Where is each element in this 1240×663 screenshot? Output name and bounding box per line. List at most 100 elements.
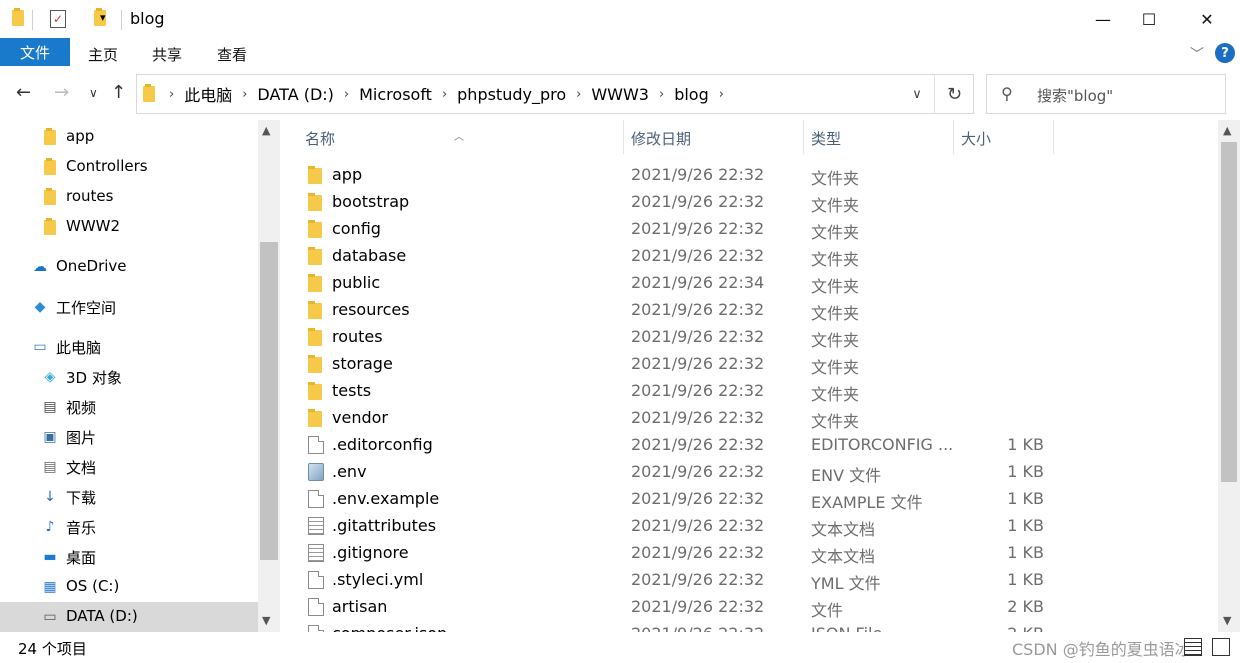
column-header-type[interactable]: 类型 <box>811 128 841 149</box>
sidebar-item-os-c[interactable]: ▦ OS (C:) <box>0 572 258 602</box>
column-header-name[interactable]: 名称 <box>305 128 335 149</box>
chevron-right-icon[interactable]: › <box>340 87 353 102</box>
download-icon: ↓ <box>44 489 56 505</box>
folder-icon <box>308 247 322 265</box>
details-view-icon[interactable] <box>1184 638 1202 656</box>
table-row[interactable]: .styleci.yml 2021/9/26 22:32 YML 文件 1 KB <box>280 567 1218 594</box>
column-divider[interactable] <box>623 120 624 154</box>
sidebar-item-onedrive[interactable]: ☁ OneDrive <box>0 252 258 282</box>
table-row[interactable]: .env.example 2021/9/26 22:32 EXAMPLE 文件 1 K… <box>280 486 1218 513</box>
column-divider[interactable] <box>1053 120 1054 154</box>
sidebar-item-文档[interactable]: ▤ 文档 <box>0 452 258 482</box>
chevron-right-icon[interactable]: › <box>165 87 178 102</box>
chevron-right-icon[interactable]: › <box>655 87 668 102</box>
forward-arrow-icon[interactable]: → <box>54 82 69 103</box>
scroll-up-icon[interactable]: ▲ <box>262 124 270 137</box>
sidebar-item-音乐[interactable]: ♪ 音乐 <box>0 512 258 542</box>
properties-icon[interactable]: ✓ <box>50 10 66 28</box>
address-bar[interactable]: › 此电脑 › DATA (D:) › Microsoft › phpstudy… <box>136 74 974 114</box>
sidebar-item-此电脑[interactable]: ▭ 此电脑 <box>0 332 258 362</box>
maximize-button[interactable]: ☐ <box>1126 0 1172 38</box>
breadcrumb-www3[interactable]: WWW3 <box>585 85 655 104</box>
table-row[interactable]: artisan 2021/9/26 22:32 文件 2 KB <box>280 594 1218 621</box>
file-size: 2 KB <box>980 624 1044 632</box>
sidebar-item-label: 文档 <box>66 459 97 477</box>
sidebar-item-3d-对象[interactable]: ◈ 3D 对象 <box>0 362 258 392</box>
table-row[interactable]: resources 2021/9/26 22:32 文件夹 <box>280 297 1218 324</box>
file-name: database <box>332 246 407 265</box>
chevron-right-icon[interactable]: › <box>572 87 585 102</box>
table-row[interactable]: .gitignore 2021/9/26 22:32 文本文档 1 KB <box>280 540 1218 567</box>
expand-ribbon-icon[interactable]: ﹀ <box>1190 44 1204 64</box>
sidebar-item-工作空间[interactable]: ◆ 工作空间 <box>0 292 258 322</box>
sidebar-item-routes[interactable]: routes <box>0 182 258 212</box>
sidebar-item-label: 音乐 <box>66 519 97 537</box>
sidebar-item-图片[interactable]: ▣ 图片 <box>0 422 258 452</box>
table-row[interactable]: config 2021/9/26 22:32 文件夹 <box>280 216 1218 243</box>
table-row[interactable]: public 2021/9/26 22:34 文件夹 <box>280 270 1218 297</box>
breadcrumb-this-pc[interactable]: 此电脑 <box>178 82 238 106</box>
sidebar-item-app[interactable]: app <box>0 122 258 152</box>
table-row[interactable]: app 2021/9/26 22:32 文件夹 <box>280 162 1218 189</box>
breadcrumb-phpstudy-pro[interactable]: phpstudy_pro <box>451 85 572 104</box>
refresh-icon[interactable]: ↻ <box>934 75 974 113</box>
sidebar-item-label: 此电脑 <box>56 339 102 357</box>
navigation-pane-scrollbar[interactable]: ▲ ▼ <box>258 120 280 632</box>
recent-locations-chevron-icon[interactable]: ∨ <box>89 86 98 100</box>
chevron-right-icon[interactable]: › <box>715 87 728 102</box>
sidebar-item-桌面[interactable]: ▬ 桌面 <box>0 542 258 572</box>
scroll-down-icon[interactable]: ▼ <box>262 614 270 627</box>
column-divider[interactable] <box>803 120 804 154</box>
column-header-date[interactable]: 修改日期 <box>631 128 691 149</box>
table-row[interactable]: bootstrap 2021/9/26 22:32 文件夹 <box>280 189 1218 216</box>
ribbon: 文件 主页 共享 查看 ﹀ ? <box>0 38 1240 68</box>
column-header-size[interactable]: 大小 <box>961 128 991 149</box>
tab-share[interactable]: 共享 <box>152 44 182 65</box>
table-row[interactable]: routes 2021/9/26 22:32 文件夹 <box>280 324 1218 351</box>
breadcrumb-microsoft[interactable]: Microsoft <box>353 85 438 104</box>
table-row[interactable]: tests 2021/9/26 22:32 文件夹 <box>280 378 1218 405</box>
table-row[interactable]: vendor 2021/9/26 22:32 文件夹 <box>280 405 1218 432</box>
address-history-chevron-icon[interactable]: ∨ <box>901 75 933 113</box>
tab-file[interactable]: 文件 <box>0 38 70 66</box>
file-list-scrollbar[interactable]: ▲ ▼ <box>1218 120 1240 632</box>
up-arrow-icon[interactable]: ↑ <box>111 82 126 103</box>
status-bar: 24 个项目 CSDN @钓鱼的夏虫语冰 <box>0 632 1240 663</box>
file-type: 文件夹 <box>811 277 860 296</box>
table-row[interactable]: .env 2021/9/26 22:32 ENV 文件 1 KB <box>280 459 1218 486</box>
breadcrumb-data-d[interactable]: DATA (D:) <box>251 85 340 104</box>
sidebar-item-label: 桌面 <box>66 549 97 567</box>
sidebar-item-下载[interactable]: ↓ 下载 <box>0 482 258 512</box>
tab-view[interactable]: 查看 <box>217 44 247 65</box>
search-input[interactable]: ⚲ 搜索"blog" <box>986 74 1226 114</box>
sidebar-item-controllers[interactable]: Controllers <box>0 152 258 182</box>
text-file-icon <box>308 544 324 562</box>
chevron-right-icon[interactable]: › <box>238 87 251 102</box>
documents-icon: ▤ <box>43 459 57 475</box>
table-row[interactable]: database 2021/9/26 22:32 文件夹 <box>280 243 1218 270</box>
minimize-button[interactable]: — <box>1080 0 1126 38</box>
file-type: 文件夹 <box>811 169 860 188</box>
sidebar-item-www2[interactable]: WWW2 <box>0 212 258 242</box>
breadcrumb-blog[interactable]: blog <box>668 85 715 104</box>
chevron-right-icon[interactable]: › <box>438 87 451 102</box>
close-button[interactable]: ✕ <box>1184 0 1230 38</box>
back-arrow-icon[interactable]: ← <box>16 82 31 103</box>
column-divider[interactable] <box>953 120 954 154</box>
scroll-down-icon[interactable]: ▼ <box>1223 614 1231 627</box>
sidebar-item-data-d[interactable]: ▭ DATA (D:) <box>0 602 258 632</box>
table-row[interactable]: composer.json 2021/9/26 22:32 JSON File 2 K… <box>280 621 1218 632</box>
scrollbar-thumb[interactable] <box>1221 142 1237 482</box>
scroll-up-icon[interactable]: ▲ <box>1223 124 1231 137</box>
sidebar-item-视频[interactable]: ▤ 视频 <box>0 392 258 422</box>
sidebar-item-label: WWW2 <box>66 217 121 235</box>
tab-home[interactable]: 主页 <box>88 44 118 65</box>
sidebar-item-label: OneDrive <box>56 257 127 275</box>
customize-quick-access-icon[interactable]: ▾ <box>100 11 106 31</box>
table-row[interactable]: storage 2021/9/26 22:32 文件夹 <box>280 351 1218 378</box>
large-icons-view-icon[interactable] <box>1212 638 1230 656</box>
scrollbar-thumb[interactable] <box>260 242 278 560</box>
table-row[interactable]: .editorconfig 2021/9/26 22:32 EDITORCONFIG… <box>280 432 1218 459</box>
table-row[interactable]: .gitattributes 2021/9/26 22:32 文本文档 1 KB <box>280 513 1218 540</box>
help-icon[interactable]: ? <box>1215 43 1235 63</box>
